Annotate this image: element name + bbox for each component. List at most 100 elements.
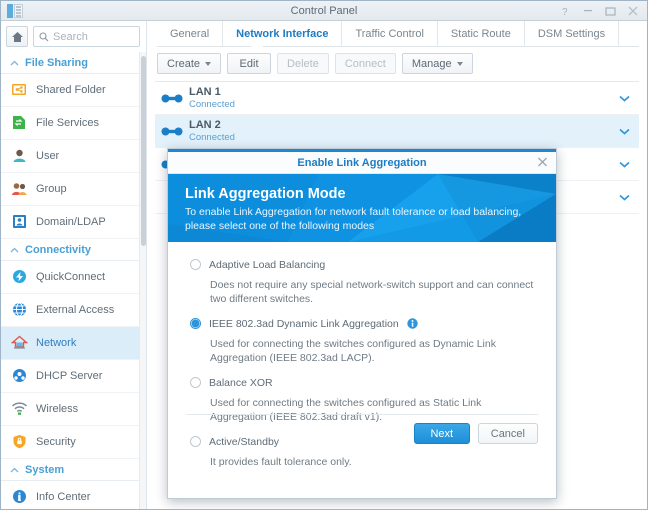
sidebar-item-label: Network bbox=[36, 337, 76, 349]
network-icon bbox=[11, 335, 28, 352]
sidebar-item-label: User bbox=[36, 150, 59, 162]
dialog-header: Enable Link Aggregation bbox=[168, 152, 556, 174]
home-button[interactable] bbox=[6, 26, 28, 47]
option-header[interactable]: IEEE 802.3ad Dynamic Link Aggregation bbox=[190, 315, 534, 332]
sidebar-item-file-services[interactable]: File Services bbox=[1, 107, 146, 140]
tab-static-route[interactable]: Static Route bbox=[438, 21, 525, 47]
close-icon[interactable] bbox=[537, 156, 548, 169]
sidebar-item-label: File Services bbox=[36, 117, 99, 129]
maximize-button[interactable] bbox=[605, 6, 616, 16]
tab-dsm-settings[interactable]: DSM Settings bbox=[525, 21, 619, 47]
tab-network-interface[interactable]: Network Interface bbox=[223, 21, 342, 47]
sidebar-scrollbar-thumb[interactable] bbox=[141, 56, 146, 246]
interface-name: LAN 1 bbox=[189, 86, 609, 99]
help-button[interactable]: ? bbox=[562, 6, 571, 16]
sidebar: Search File Sharing bbox=[1, 21, 147, 509]
banner-heading: Link Aggregation Mode bbox=[185, 185, 556, 203]
sidebar-item-security[interactable]: Security bbox=[1, 426, 146, 459]
search-input[interactable]: Search bbox=[33, 26, 140, 47]
edit-button[interactable]: Edit bbox=[227, 53, 271, 74]
close-button[interactable] bbox=[628, 6, 638, 16]
option-adaptive-load-balancing[interactable]: Adaptive Load Balancing Does not require… bbox=[168, 256, 556, 306]
dialog-banner: Link Aggregation Mode To enable Link Agg… bbox=[168, 174, 556, 242]
window-title: Control Panel bbox=[1, 1, 647, 21]
tab-label: DSM Settings bbox=[538, 28, 605, 40]
control-panel-window: Control Panel ? bbox=[0, 0, 648, 510]
tab-general[interactable]: General bbox=[157, 21, 223, 47]
quickconnect-icon bbox=[11, 269, 28, 286]
interface-text: LAN 1 Connected bbox=[189, 86, 609, 111]
chevron-down-icon[interactable] bbox=[609, 161, 639, 168]
delete-button-label: Delete bbox=[287, 58, 319, 70]
sidebar-item-info-center[interactable]: Info Center bbox=[1, 481, 146, 509]
connect-button-label: Connect bbox=[345, 58, 386, 70]
radio-adaptive-load-balancing[interactable] bbox=[190, 259, 201, 270]
sidebar-item-label: Info Center bbox=[36, 491, 90, 503]
create-button[interactable]: Create bbox=[157, 53, 221, 74]
tab-underline bbox=[157, 46, 639, 47]
manage-button-label: Manage bbox=[412, 58, 452, 70]
file-services-icon bbox=[11, 115, 28, 132]
sidebar-item-group[interactable]: Group bbox=[1, 173, 146, 206]
sidebar-search-row: Search bbox=[1, 21, 146, 52]
dialog-title: Enable Link Aggregation bbox=[297, 157, 426, 169]
sidebar-item-label: Domain/LDAP bbox=[36, 216, 106, 228]
sidebar-group-label: File Sharing bbox=[25, 57, 88, 69]
dhcp-server-icon bbox=[11, 368, 28, 385]
option-description: It provides fault tolerance only. bbox=[210, 455, 534, 469]
option-description: Does not require any special network-swi… bbox=[210, 278, 534, 306]
edit-button-label: Edit bbox=[240, 58, 259, 70]
table-row[interactable]: LAN 1 Connected bbox=[155, 82, 639, 115]
tab-bar: General Network Interface Traffic Contro… bbox=[147, 21, 647, 47]
next-button[interactable]: Next bbox=[414, 423, 470, 444]
option-ieee-802-3ad[interactable]: IEEE 802.3ad Dynamic Link Aggregation Us… bbox=[168, 315, 556, 365]
radio-balance-xor[interactable] bbox=[190, 377, 201, 388]
sidebar-item-wireless[interactable]: Wireless bbox=[1, 393, 146, 426]
dialog-footer: Next Cancel bbox=[168, 414, 556, 455]
sidebar-item-external-access[interactable]: External Access bbox=[1, 294, 146, 327]
radio-ieee-802-3ad[interactable] bbox=[190, 318, 201, 329]
chevron-down-icon bbox=[457, 62, 463, 66]
sidebar-item-network[interactable]: Network bbox=[1, 327, 146, 360]
option-description: Used for connecting the switches configu… bbox=[210, 337, 534, 365]
sidebar-item-user[interactable]: User bbox=[1, 140, 146, 173]
sidebar-item-shared-folder[interactable]: Shared Folder bbox=[1, 74, 146, 107]
option-header[interactable]: Balance XOR bbox=[190, 374, 534, 391]
sidebar-item-dhcp-server[interactable]: DHCP Server bbox=[1, 360, 146, 393]
sidebar-item-label: Wireless bbox=[36, 403, 78, 415]
sidebar-item-quickconnect[interactable]: QuickConnect bbox=[1, 261, 146, 294]
sidebar-group-system[interactable]: System bbox=[1, 459, 146, 481]
sidebar-scrollbar[interactable] bbox=[139, 52, 146, 509]
security-icon bbox=[11, 434, 28, 451]
sidebar-group-file-sharing[interactable]: File Sharing bbox=[1, 52, 146, 74]
chevron-up-icon bbox=[10, 58, 19, 68]
domain-ldap-icon bbox=[11, 214, 28, 231]
sidebar-item-label: Shared Folder bbox=[36, 84, 106, 96]
enable-link-aggregation-dialog: Enable Link Aggregation Link Aggregation… bbox=[167, 148, 557, 499]
chevron-down-icon[interactable] bbox=[609, 194, 639, 201]
delete-button: Delete bbox=[277, 53, 329, 74]
user-icon bbox=[11, 148, 28, 165]
sidebar-group-connectivity[interactable]: Connectivity bbox=[1, 239, 146, 261]
manage-button[interactable]: Manage bbox=[402, 53, 473, 74]
external-access-icon bbox=[11, 302, 28, 319]
chevron-down-icon[interactable] bbox=[609, 95, 639, 102]
group-icon bbox=[11, 181, 28, 198]
sidebar-item-label: DHCP Server bbox=[36, 370, 102, 382]
info-icon[interactable] bbox=[407, 318, 418, 329]
option-header[interactable]: Adaptive Load Balancing bbox=[190, 256, 534, 273]
sidebar-scroll-region: File Sharing Shared Folder bbox=[1, 52, 146, 509]
tab-traffic-control[interactable]: Traffic Control bbox=[342, 21, 437, 47]
sidebar-item-domain-ldap[interactable]: Domain/LDAP bbox=[1, 206, 146, 239]
banner-description: To enable Link Aggregation for network f… bbox=[185, 205, 530, 233]
window-controls: ? bbox=[562, 6, 647, 16]
table-row[interactable]: LAN 2 Connected bbox=[155, 115, 639, 148]
chevron-down-icon[interactable] bbox=[609, 128, 639, 135]
minimize-button[interactable] bbox=[583, 6, 593, 15]
interface-status: Connected bbox=[189, 132, 609, 144]
shared-folder-icon bbox=[11, 82, 28, 99]
tab-label: Traffic Control bbox=[355, 28, 423, 40]
dialog-body: Adaptive Load Balancing Does not require… bbox=[168, 242, 556, 455]
network-link-icon bbox=[155, 93, 189, 104]
cancel-button[interactable]: Cancel bbox=[478, 423, 538, 444]
